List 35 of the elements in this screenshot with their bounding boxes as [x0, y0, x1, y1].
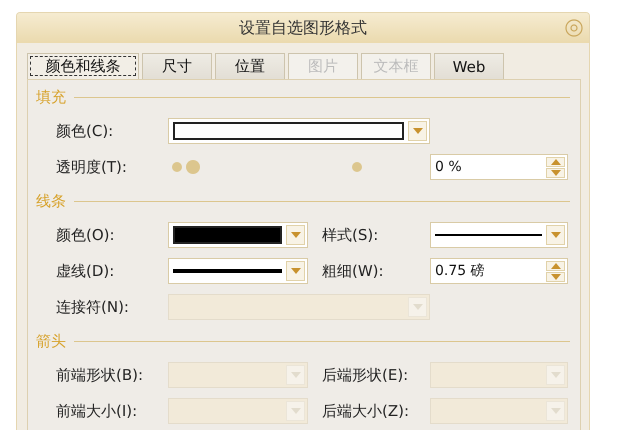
color-dropdown[interactable] [168, 222, 308, 248]
field-label: 样式(S): [322, 226, 380, 244]
line-style-dropdown[interactable] [430, 222, 568, 248]
field-label: 颜色(O): [56, 226, 116, 244]
spinner-field[interactable]: 0 % [430, 154, 568, 180]
spin-down-icon[interactable] [546, 272, 565, 282]
tab[interactable]: Web [434, 53, 504, 79]
field-label: 粗细(W): [322, 262, 385, 280]
field-label: 虚线(D): [56, 262, 116, 280]
window-title: 设置自选图形格式 [239, 18, 367, 38]
close-icon[interactable] [565, 19, 583, 37]
tab[interactable]: 尺寸 [142, 53, 212, 79]
spin-up-icon[interactable] [546, 260, 565, 270]
track-end-dot [172, 162, 182, 172]
color-dropdown[interactable] [168, 118, 430, 144]
section-title: 线条 [36, 192, 66, 210]
tab[interactable]: 颜色和线条 [27, 53, 139, 79]
spin-up-icon[interactable] [546, 156, 565, 166]
field-label: 后端形状(E): [322, 366, 410, 384]
spinner-field[interactable]: 0.75 磅 [430, 258, 568, 284]
section-title: 箭头 [36, 332, 66, 350]
field-label: 前端大小(I): [56, 402, 138, 420]
tab: 文本框 [361, 53, 431, 79]
tab[interactable]: 位置 [215, 53, 285, 79]
section-title: 填充 [36, 88, 66, 106]
field-label: 颜色(C): [56, 122, 114, 140]
field-label: 连接符(N): [56, 298, 130, 316]
slider-thumb[interactable] [186, 160, 200, 174]
line-style-dropdown[interactable] [168, 258, 308, 284]
tab: 图片 [288, 53, 358, 79]
field-label: 后端大小(Z): [322, 402, 410, 420]
field-label: 透明度(T): [56, 158, 128, 176]
spin-down-icon[interactable] [546, 168, 565, 178]
field-label: 前端形状(B): [56, 366, 144, 384]
track-end-dot [352, 162, 362, 172]
